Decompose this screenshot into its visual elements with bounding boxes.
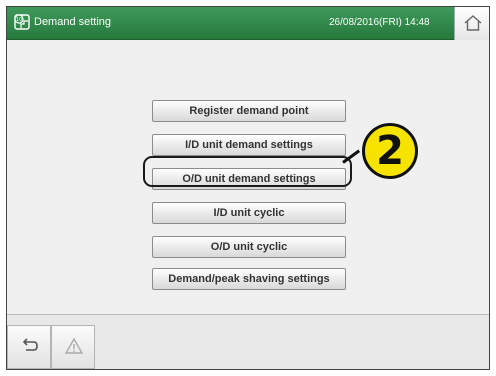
app-window: 10 Demand setting 26/08/2016(FRI) 14:48 … (6, 6, 490, 370)
back-arrow-icon (22, 338, 38, 351)
date-time-display: 26/08/2016(FRI) 14:48 (329, 17, 430, 28)
page-title: Demand setting (34, 16, 112, 28)
back-button[interactable] (7, 325, 51, 369)
demand-app-icon: 10 (12, 12, 32, 32)
register-demand-point-button[interactable]: Register demand point (152, 100, 346, 122)
title-bar: 10 Demand setting 26/08/2016(FRI) 14:48 (7, 7, 489, 40)
home-button[interactable] (454, 7, 489, 40)
step-number-badge: 2 (362, 123, 418, 179)
od-unit-cyclic-button[interactable]: O/D unit cyclic (152, 236, 346, 258)
svg-text:10: 10 (16, 17, 22, 23)
highlight-ring (143, 156, 352, 187)
alert-button[interactable] (51, 325, 95, 369)
demand-peak-shaving-settings-button[interactable]: Demand/peak shaving settings (152, 268, 346, 290)
bottom-bar (7, 314, 489, 369)
home-icon (464, 15, 482, 31)
warning-icon (64, 337, 84, 354)
id-unit-cyclic-button[interactable]: I/D unit cyclic (152, 202, 346, 224)
id-unit-demand-settings-button[interactable]: I/D unit demand settings (152, 134, 346, 156)
